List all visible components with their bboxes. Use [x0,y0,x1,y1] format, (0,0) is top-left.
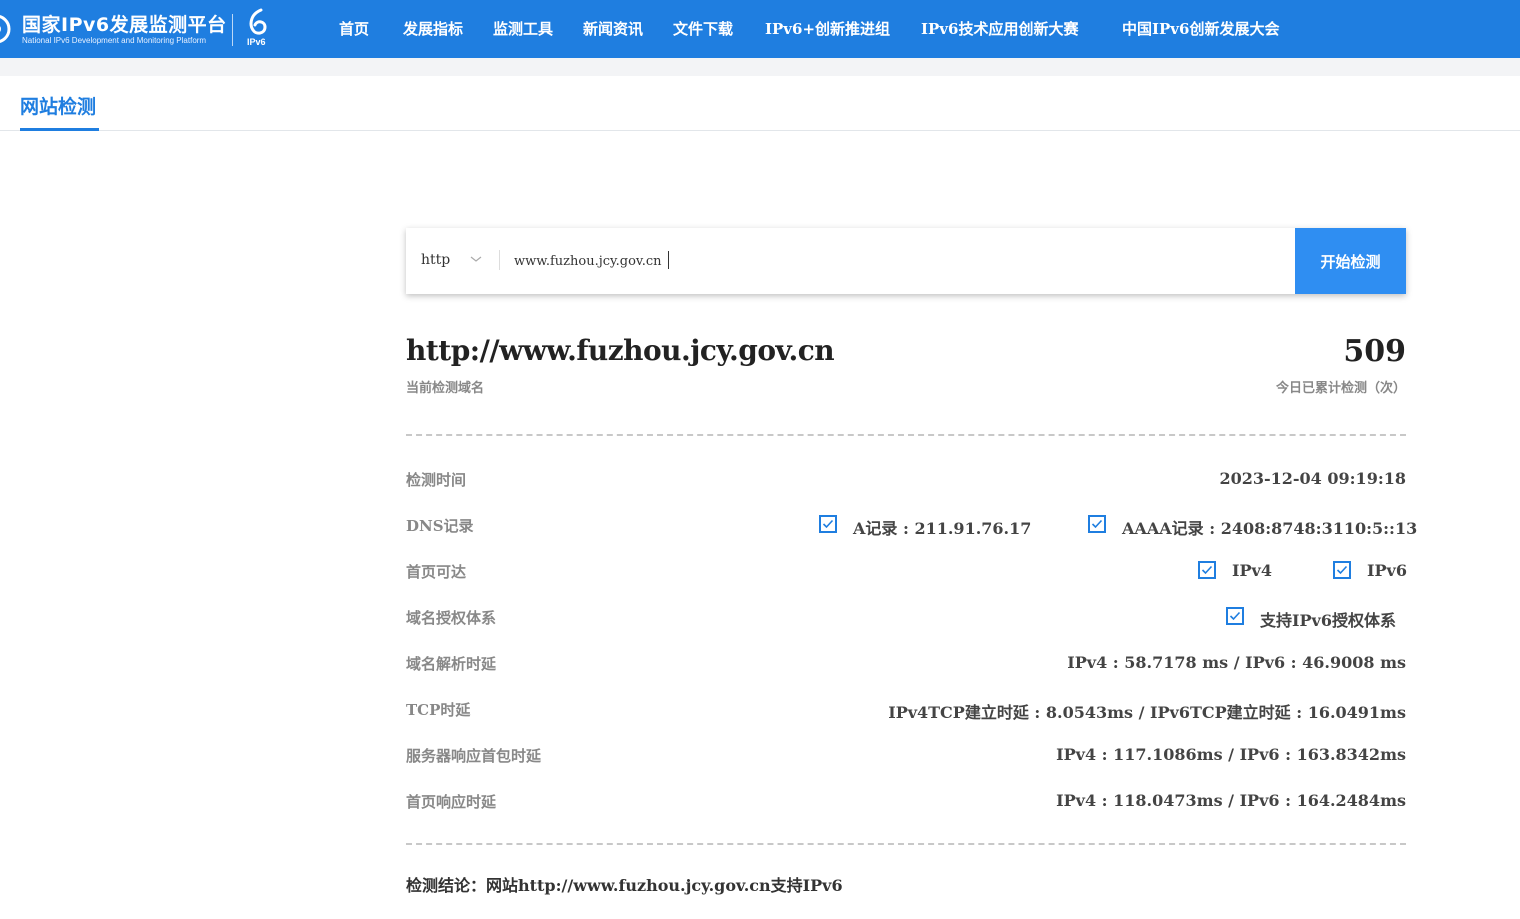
search-box: http [406,228,1406,294]
check-time-value: 2023-12-04 09:19:18 [1219,469,1406,488]
start-check-button[interactable]: 开始检测 [1295,228,1406,294]
logo-icon [0,15,11,43]
nav-monitoring-tools[interactable]: 监测工具 [493,18,553,39]
url-input[interactable] [514,247,1274,275]
a-record-value: A记录 : 211.91.76.17 [853,519,1032,538]
ipv4-reachable-text: IPv4 [1232,561,1272,580]
nav-file-download[interactable]: 文件下载 [673,18,733,39]
dns-latency-value: IPv4 : 58.7178 ms / IPv6 : 46.9008 ms [1067,653,1406,672]
auth-check-icon [1226,607,1244,625]
a-record-check-icon [819,515,837,533]
protocol-select[interactable]: http [421,252,450,268]
tcp-latency-label: TCP时延 [406,701,471,719]
ipv6-reachable-check-icon [1333,561,1351,579]
homepage-latency-value: IPv4 : 118.0473ms / IPv6 : 164.2484ms [1056,791,1406,810]
nav-ipv6-competition[interactable]: IPv6技术应用创新大赛 [921,18,1078,39]
first-packet-latency-value: IPv4 : 117.1086ms / IPv6 : 163.8342ms [1056,745,1406,764]
brand-title[interactable]: 国家IPv6发展监测平台 [22,10,227,37]
check-conclusion: 检测结论：网站http://www.fuzhou.jcy.gov.cn支持IPv… [406,876,843,895]
top-navigation-bar: 国家IPv6发展监测平台 National IPv6 Development a… [0,0,1520,58]
header-spacer [0,58,1520,76]
today-check-count: 509 [1343,334,1406,369]
nav-home[interactable]: 首页 [339,18,369,39]
brand-subtitle: National IPv6 Development and Monitoring… [22,36,207,45]
homepage-reachable-label: 首页可达 [406,563,467,581]
divider-top [406,434,1406,436]
tab-website-check[interactable]: 网站检测 [20,92,96,119]
domain-auth-value: 支持IPv6授权体系 [1260,611,1396,630]
ipv6-badge-label: IPv6 [247,37,266,47]
today-check-count-label: 今日已累计检测（次） [1275,381,1406,396]
dns-latency-label: 域名解析时延 [406,655,497,673]
nav-ipv6-plus-group[interactable]: IPv6+创新推进组 [765,18,890,39]
nav-development-indicators[interactable]: 发展指标 [403,18,463,39]
ipv4-reachable-check-icon [1198,561,1216,579]
checked-domain-label: 当前检测域名 [406,381,485,396]
nav-ipv6-conference[interactable]: 中国IPv6创新发展大会 [1122,18,1279,39]
search-divider [499,250,500,270]
chevron-down-icon[interactable] [470,254,482,264]
logo-divider [232,14,233,46]
ipv6-reachable-text: IPv6 [1367,561,1407,580]
text-cursor [668,251,669,269]
tab-bar [0,76,1520,131]
first-packet-latency-label: 服务器响应首包时延 [406,747,542,765]
homepage-latency-label: 首页响应时延 [406,793,497,811]
aaaa-record-check-icon [1088,515,1106,533]
aaaa-record-value: AAAA记录 : 2408:8748:3110:5::13 [1122,519,1418,538]
check-time-label: 检测时间 [406,471,467,489]
tcp-latency-value: IPv4TCP建立时延 : 8.0543ms / IPv6TCP建立时延 : 1… [888,703,1406,722]
checked-domain: http://www.fuzhou.jcy.gov.cn [406,334,835,367]
divider-bottom [406,843,1406,845]
tab-active-indicator [20,128,99,131]
dns-record-label: DNS记录 [406,517,474,535]
nav-news[interactable]: 新闻资讯 [583,18,643,39]
domain-auth-label: 域名授权体系 [406,609,497,627]
